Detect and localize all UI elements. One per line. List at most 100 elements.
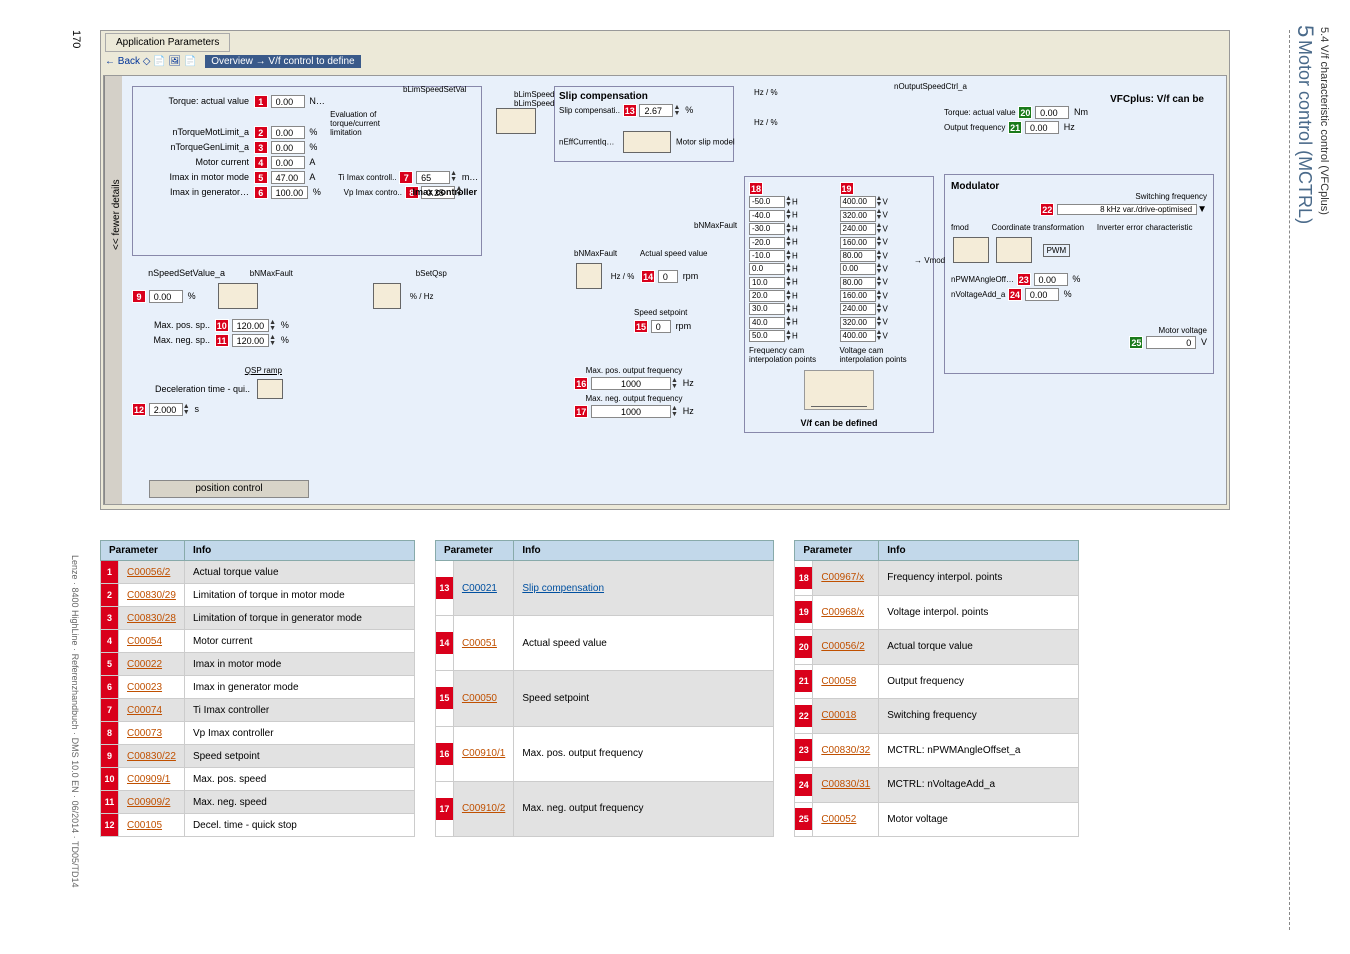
param-code-link[interactable]: C00050 <box>453 671 513 726</box>
toolbar-icons[interactable]: ◇ 📄 🖼 📄 <box>143 56 197 67</box>
spinner-icon[interactable]: ▲▼ <box>785 316 792 328</box>
spinner-icon[interactable]: ▲▼ <box>785 250 792 262</box>
param-code-link[interactable]: C00056/2 <box>813 630 879 665</box>
vf-hz-value[interactable]: 10.0 <box>749 277 785 289</box>
param-code-link[interactable]: C00021 <box>453 561 513 616</box>
vf-hz-value[interactable]: -10.0 <box>749 250 785 262</box>
vf-hz-value[interactable]: 0.0 <box>749 263 785 275</box>
vf-hz-value[interactable]: 30.0 <box>749 303 785 315</box>
spinner-icon[interactable]: ▲▼ <box>785 236 792 248</box>
spinner-icon[interactable]: ▲▼ <box>785 263 792 275</box>
vf-hz-value[interactable]: 40.0 <box>749 317 785 329</box>
vf-hz-value[interactable]: 50.0 <box>749 330 785 342</box>
param-code-link[interactable]: C00910/1 <box>453 726 513 781</box>
param-code-link[interactable]: C00105 <box>119 814 185 837</box>
motor-current-value: 0.00 <box>271 156 305 169</box>
decel-value[interactable]: 2.000 <box>149 403 183 416</box>
vf-hz-value[interactable]: -20.0 <box>749 237 785 249</box>
vf-v-value[interactable]: 320.00 <box>840 317 876 329</box>
unit-n: N… <box>309 96 325 106</box>
spinner-icon[interactable]: ▲▼ <box>450 171 457 183</box>
param-info[interactable]: Slip compensation <box>514 561 774 616</box>
spinner-icon[interactable]: ▲▼ <box>785 276 792 288</box>
imax-gen-label: Imax in generator… <box>139 187 251 197</box>
param-code-link[interactable]: C00056/2 <box>119 561 185 584</box>
spinner-icon[interactable]: ▲▼ <box>269 335 276 347</box>
param-code-link[interactable]: C00830/31 <box>813 768 879 803</box>
position-control-button[interactable]: position control <box>149 480 309 498</box>
spinner-icon[interactable]: ▲▼ <box>785 209 792 221</box>
param-info: MCTRL: nPWMAngleOffset_a <box>879 733 1079 768</box>
imax-motor-value[interactable]: 47.00 <box>271 171 305 184</box>
param-code-link[interactable]: C00909/1 <box>119 768 185 791</box>
tab-application-parameters[interactable]: Application Parameters <box>105 33 230 52</box>
param-code-link[interactable]: C00830/22 <box>119 745 185 768</box>
sw-freq-combo[interactable]: 8 kHz var./drive-optimised <box>1057 204 1197 215</box>
spinner-icon[interactable]: ▲▼ <box>183 404 190 416</box>
vf-v-value[interactable]: 320.00 <box>840 210 876 222</box>
badge-20: 20 <box>1018 106 1032 119</box>
param-code-link[interactable]: C00023 <box>119 676 185 699</box>
param-code-link[interactable]: C00018 <box>813 699 879 734</box>
param-code-link[interactable]: C00052 <box>813 802 879 837</box>
spinner-icon[interactable]: ▲▼ <box>785 196 792 208</box>
param-code-link[interactable]: C00074 <box>119 699 185 722</box>
fewer-details-button[interactable]: << fewer details <box>104 76 122 504</box>
hz-pct-3: Hz / % <box>611 272 635 281</box>
param-code-link[interactable]: C00968/x <box>813 595 879 630</box>
imax-gen-value[interactable]: 100.00 <box>271 186 309 199</box>
vf-v-value[interactable]: 160.00 <box>840 290 876 302</box>
param-code-link[interactable]: C00073 <box>119 722 185 745</box>
spinner-icon[interactable]: ▲▼ <box>671 378 678 390</box>
param-code-link[interactable]: C00830/32 <box>813 733 879 768</box>
max-pos-freq-value[interactable]: 1000 <box>591 377 671 390</box>
vf-hz-value[interactable]: -50.0 <box>749 196 785 208</box>
slip-comp-value[interactable]: 2.67 <box>639 104 673 117</box>
spinner-icon[interactable]: ▲▼ <box>785 223 792 235</box>
vf-v-value[interactable]: 400.00 <box>840 196 876 208</box>
param-code-link[interactable]: C00830/28 <box>119 607 185 630</box>
dropdown-icon[interactable]: ▼ <box>1197 204 1207 215</box>
parameter-tables: Parameter Info 1C00056/2Actual torque va… <box>100 540 1079 837</box>
vf-v-value[interactable]: 240.00 <box>840 223 876 235</box>
param-info: Actual speed value <box>514 616 774 671</box>
ntorquemot-value: 0.00 <box>271 126 305 139</box>
imax-motor-label: Imax in motor mode <box>139 172 251 182</box>
param-code-link[interactable]: C00967/x <box>813 561 879 596</box>
max-neg-freq-value[interactable]: 1000 <box>591 405 671 418</box>
param-code-link[interactable]: C00909/2 <box>119 791 185 814</box>
vf-v-value[interactable]: 160.00 <box>840 237 876 249</box>
motor-voltage-label: Motor voltage <box>1159 326 1207 335</box>
spinner-icon[interactable]: ▲▼ <box>671 406 678 418</box>
vf-hz-value[interactable]: -40.0 <box>749 210 785 222</box>
th-info: Info <box>184 541 414 561</box>
vf-v-value[interactable]: 240.00 <box>840 303 876 315</box>
spinner-icon[interactable]: ▲▼ <box>785 303 792 315</box>
breadcrumb[interactable]: Overview → V/f control to define <box>205 55 360 68</box>
param-code-link[interactable]: C00058 <box>813 664 879 699</box>
max-pos-sp-value[interactable]: 120.00 <box>232 319 270 332</box>
back-button[interactable]: ← Back <box>105 56 140 67</box>
pwm-block <box>996 237 1032 263</box>
vf-v-value[interactable]: 0.00 <box>840 263 876 275</box>
vf-hz-value[interactable]: 20.0 <box>749 290 785 302</box>
param-code-link[interactable]: C00830/29 <box>119 584 185 607</box>
param-info: Actual torque value <box>879 630 1079 665</box>
param-code-link[interactable]: C00051 <box>453 616 513 671</box>
spinner-icon[interactable]: ▲▼ <box>673 105 680 117</box>
max-neg-sp-value[interactable]: 120.00 <box>232 334 270 347</box>
param-code-link[interactable]: C00022 <box>119 653 185 676</box>
badge-9: 9 <box>132 290 146 303</box>
vf-v-value[interactable]: 80.00 <box>840 277 876 289</box>
application-window: Application Parameters ← Back ◇ 📄 🖼 📄 Ov… <box>100 30 1230 510</box>
param-code-link[interactable]: C00054 <box>119 630 185 653</box>
vf-hz-value[interactable]: -30.0 <box>749 223 785 235</box>
badge-13: 13 <box>623 104 637 117</box>
ti-imax-value[interactable]: 65 <box>416 171 450 184</box>
spinner-icon[interactable]: ▲▼ <box>785 330 792 342</box>
vf-v-value[interactable]: 80.00 <box>840 250 876 262</box>
param-code-link[interactable]: C00910/2 <box>453 781 513 836</box>
spinner-icon[interactable]: ▲▼ <box>269 320 276 332</box>
spinner-icon[interactable]: ▲▼ <box>785 290 792 302</box>
vf-v-value[interactable]: 400.00 <box>840 330 876 342</box>
